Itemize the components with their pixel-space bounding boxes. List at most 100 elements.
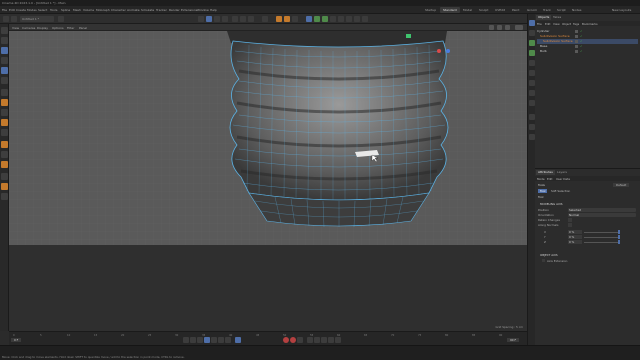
attr-row-x[interactable]: X 0 % bbox=[538, 230, 638, 234]
visibility-dot-icon[interactable] bbox=[575, 50, 578, 53]
menu-select[interactable]: Select bbox=[38, 8, 47, 12]
layout-nodes[interactable]: Nodes bbox=[569, 7, 584, 13]
layout-standard[interactable]: Standard bbox=[440, 7, 460, 13]
render-view-icon[interactable] bbox=[276, 16, 282, 22]
menu-edit[interactable]: Edit bbox=[9, 8, 15, 12]
attr-checkbox[interactable] bbox=[542, 259, 545, 262]
polygons-mode-icon[interactable] bbox=[1, 67, 8, 74]
model-mode-icon[interactable] bbox=[1, 37, 8, 44]
attr-number-field[interactable]: 0 % bbox=[568, 235, 582, 239]
viewport-menu-panel[interactable]: Panel bbox=[79, 26, 87, 30]
new-layouts-button[interactable]: New Layouts bbox=[609, 7, 634, 13]
om-menu-view[interactable]: View bbox=[553, 22, 560, 26]
visibility-dot-icon[interactable] bbox=[575, 30, 578, 33]
document-tab[interactable]: Untitled 1 * bbox=[20, 16, 54, 22]
viewport-menu-display[interactable]: Display bbox=[37, 26, 48, 30]
scale-tool-icon[interactable] bbox=[214, 16, 220, 22]
enabled-check-icon[interactable]: ✓ bbox=[580, 39, 583, 43]
viewport-move-icon[interactable] bbox=[489, 25, 494, 30]
menu-animate[interactable]: Animate bbox=[127, 8, 140, 12]
visibility-dot-icon[interactable] bbox=[575, 45, 578, 48]
layout-uvedit[interactable]: UVEdit bbox=[492, 7, 508, 13]
attr-value-dropdown[interactable]: Normal bbox=[568, 213, 636, 217]
enabled-check-icon[interactable]: ✓ bbox=[580, 44, 583, 48]
deformer-icon[interactable] bbox=[338, 16, 344, 22]
edges-mode-icon[interactable] bbox=[1, 57, 8, 64]
layout-track[interactable]: Track bbox=[540, 7, 554, 13]
solo-icon[interactable] bbox=[1, 141, 8, 148]
x-axis-icon[interactable] bbox=[232, 16, 238, 22]
attr-row-axis-extension[interactable]: Axis Extension bbox=[538, 259, 638, 263]
redo-icon[interactable] bbox=[11, 16, 17, 22]
current-frame-field[interactable]: 0 F bbox=[11, 338, 22, 342]
render-picture-viewer-icon[interactable] bbox=[284, 16, 290, 22]
light-icon[interactable] bbox=[362, 16, 368, 22]
tweak-mode-icon[interactable] bbox=[1, 99, 8, 106]
position-key-icon[interactable] bbox=[307, 337, 313, 343]
loop-icon[interactable] bbox=[235, 337, 241, 343]
attr-slider-handle[interactable] bbox=[618, 235, 620, 239]
visibility-dot-icon[interactable] bbox=[575, 35, 578, 38]
z-axis-icon[interactable] bbox=[248, 16, 254, 22]
layout-startup[interactable]: Startup bbox=[422, 7, 439, 13]
menu-extensions[interactable]: Extensions bbox=[181, 8, 197, 12]
menu-file[interactable]: File bbox=[2, 8, 7, 12]
viewport-rotate-icon[interactable] bbox=[505, 25, 510, 30]
attr-row-y[interactable]: Y 0 % bbox=[538, 235, 638, 239]
sculpt-icon[interactable] bbox=[1, 193, 8, 200]
prev-frame-icon[interactable] bbox=[197, 337, 203, 343]
symmetry-icon[interactable] bbox=[1, 161, 8, 168]
next-frame-icon[interactable] bbox=[211, 337, 217, 343]
x-axis-handle[interactable] bbox=[437, 49, 441, 53]
layout-paint[interactable]: Paint bbox=[509, 7, 522, 13]
am-menu-edit[interactable]: Edit bbox=[547, 177, 552, 181]
live-selection-icon[interactable] bbox=[198, 16, 204, 22]
play-icon[interactable] bbox=[204, 337, 210, 343]
tab-attributes[interactable]: Attributes bbox=[536, 170, 555, 175]
object-row[interactable]: Bulb ✓ bbox=[537, 49, 638, 54]
menu-volume[interactable]: Volume bbox=[83, 8, 94, 12]
attr-slider-track[interactable] bbox=[584, 241, 620, 243]
attr-checkbox[interactable] bbox=[568, 218, 572, 222]
pla-key-icon[interactable] bbox=[335, 337, 341, 343]
om-menu-tags[interactable]: Tags bbox=[573, 22, 579, 26]
attr-value-dropdown[interactable]: Selected bbox=[568, 208, 636, 212]
menu-simulate[interactable]: Simulate bbox=[141, 8, 154, 12]
menu-mesh[interactable]: Mesh bbox=[73, 8, 81, 12]
om-menu-bookmarks[interactable]: Bookmarks bbox=[582, 22, 598, 26]
layout-script[interactable]: Script bbox=[554, 7, 569, 13]
z-axis-handle[interactable] bbox=[446, 49, 450, 53]
am-menu-user-data[interactable]: User Data bbox=[556, 177, 570, 181]
record-active-icon[interactable] bbox=[283, 337, 289, 343]
menu-mograph[interactable]: MoGraph bbox=[96, 8, 110, 12]
layout-sculpt[interactable]: Sculpt bbox=[476, 7, 491, 13]
attr-row-position[interactable]: Position Selected bbox=[538, 208, 638, 212]
attr-number-field[interactable]: 0 % bbox=[568, 240, 582, 244]
am-subtab-soft-selection[interactable]: Soft Selection bbox=[549, 189, 572, 193]
keyframe-selection-icon[interactable] bbox=[297, 337, 303, 343]
attr-slider-track[interactable] bbox=[584, 236, 620, 238]
layout-model[interactable]: Model bbox=[460, 7, 475, 13]
menu-tracker[interactable]: Tracker bbox=[156, 8, 167, 12]
viewport-zoom-icon[interactable] bbox=[497, 25, 502, 30]
attr-row-retain-changes[interactable]: Retain Changes bbox=[538, 218, 638, 222]
menu-render[interactable]: Render bbox=[169, 8, 180, 12]
attr-row-z[interactable]: Z 0 % bbox=[538, 240, 638, 244]
snap-icon[interactable] bbox=[1, 109, 8, 116]
brush-icon[interactable] bbox=[1, 173, 8, 180]
om-menu-edit[interactable]: Edit bbox=[545, 22, 550, 26]
end-frame-field[interactable]: 90 F bbox=[507, 338, 520, 342]
undo-icon[interactable] bbox=[3, 16, 9, 22]
uv-mode-icon[interactable] bbox=[1, 77, 8, 84]
am-subtab-tool[interactable]: Tool bbox=[538, 189, 548, 193]
attr-checkbox[interactable] bbox=[568, 223, 572, 227]
move-tool-icon[interactable] bbox=[206, 16, 212, 22]
viewport-menu-options[interactable]: Options bbox=[52, 26, 64, 30]
tab-takes[interactable]: Takes bbox=[551, 15, 563, 20]
prev-key-icon[interactable] bbox=[190, 337, 196, 343]
menu-modes[interactable]: Modes bbox=[27, 8, 37, 12]
workplane-icon[interactable] bbox=[1, 119, 8, 126]
am-section-modeling-axis[interactable]: MODELING AXIS bbox=[540, 202, 563, 206]
layout-groom[interactable]: Groom bbox=[524, 7, 540, 13]
menu-tools[interactable]: Tools bbox=[50, 8, 57, 12]
